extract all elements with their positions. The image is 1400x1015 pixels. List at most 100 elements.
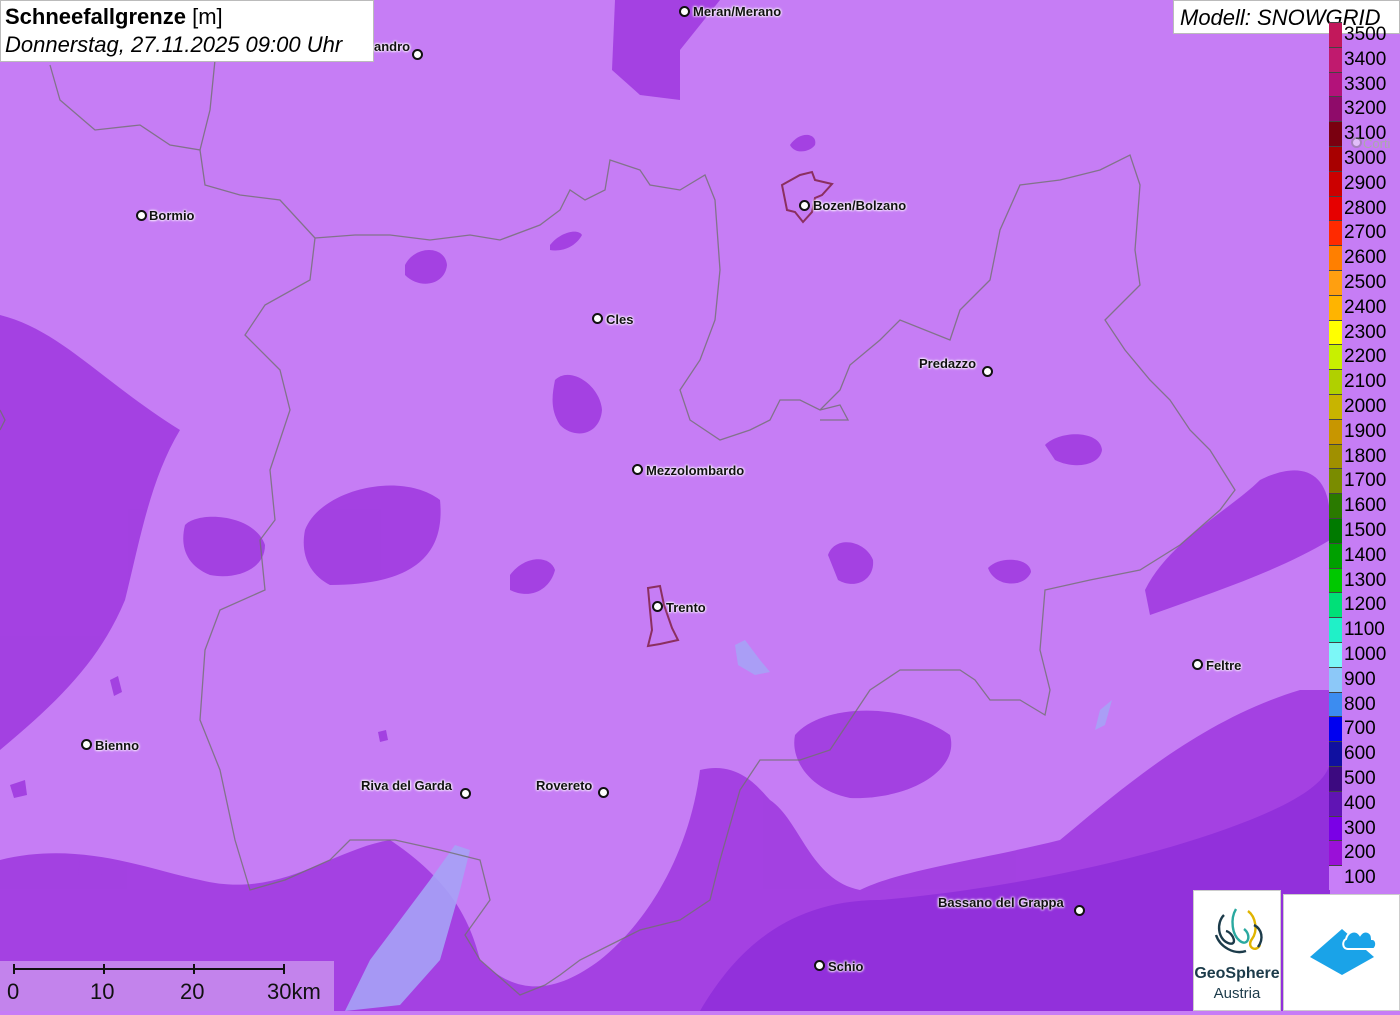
city-label[interactable]: Bassano del Grappa — [938, 895, 1064, 910]
city-label[interactable]: Schio — [828, 959, 863, 974]
legend-item: 900 — [1329, 666, 1400, 692]
legend-item: 2700 — [1329, 220, 1400, 246]
city-label[interactable]: Rovereto — [536, 778, 592, 793]
legend-item: 600 — [1329, 741, 1400, 767]
legend-item: 2200 — [1329, 344, 1400, 370]
legend-swatch — [1329, 815, 1342, 841]
legend-swatch — [1329, 716, 1342, 742]
city-marker-icon — [460, 788, 471, 799]
legend-swatch — [1329, 518, 1342, 543]
city-marker-icon — [632, 464, 643, 475]
city-marker-icon — [652, 601, 663, 612]
legend-label: 700 — [1344, 718, 1376, 740]
legend-swatch — [1329, 592, 1342, 618]
legend-item: 200 — [1329, 840, 1400, 866]
legend-item: 1300 — [1329, 567, 1400, 593]
geosphere-logo[interactable]: GeoSphere Austria — [1193, 890, 1281, 1011]
title-parameter: Schneefallgrenze — [5, 4, 186, 29]
legend-swatch — [1329, 542, 1342, 568]
legend-item: 1500 — [1329, 518, 1400, 543]
legend-label: 2000 — [1344, 396, 1387, 417]
legend-swatch — [1329, 394, 1342, 419]
city-marker-icon — [982, 366, 993, 377]
legend-swatch — [1329, 245, 1342, 271]
city-label[interactable]: Cles — [606, 312, 633, 327]
scale-bar-line — [13, 964, 285, 974]
legend-swatch — [1329, 493, 1342, 519]
legend-item: 2100 — [1329, 369, 1400, 395]
legend-swatch — [1329, 270, 1342, 295]
legend-item: 2600 — [1329, 245, 1400, 271]
map-valid-time: Donnerstag, 27.11.2025 09:00 Uhr — [5, 32, 343, 57]
city-marker-icon — [679, 6, 690, 17]
legend-label: 400 — [1344, 792, 1376, 814]
snowfall-map[interactable] — [0, 0, 1400, 1011]
legend-swatch — [1329, 121, 1342, 147]
city-label[interactable]: Riva del Garda — [361, 778, 452, 793]
legend-item: 3500 — [1329, 22, 1400, 47]
legend-item: 1400 — [1329, 542, 1400, 568]
legend-item: 3200 — [1329, 96, 1400, 122]
geosphere-country: Austria — [1213, 985, 1261, 1002]
legend-item: 100 — [1329, 865, 1400, 891]
legend-label: 1400 — [1344, 544, 1387, 566]
scale-bar: 0 10 20 30km — [0, 961, 334, 1011]
legend-item: 700 — [1329, 716, 1400, 742]
legend-label: 200 — [1344, 842, 1376, 864]
legend-swatch — [1329, 294, 1342, 320]
city-label[interactable]: Meran/Merano — [693, 4, 781, 19]
legend-swatch — [1329, 567, 1342, 593]
legend-label: 300 — [1344, 817, 1376, 839]
legend-label: 1100 — [1344, 619, 1385, 641]
legend-item: 1800 — [1329, 443, 1400, 469]
legend-swatch — [1329, 741, 1342, 767]
legend-label: 3300 — [1344, 73, 1387, 95]
legend-label: 1000 — [1344, 644, 1387, 665]
color-legend: 3500 3400 3300 3200 3100 3000 2900 2800 2700 2600… — [1329, 22, 1400, 891]
city-label[interactable]: Corti — [1363, 136, 1390, 151]
city-label[interactable]: Predazzo — [919, 356, 976, 371]
legend-swatch — [1329, 766, 1342, 791]
legend-item: 2300 — [1329, 319, 1400, 345]
legend-swatch — [1329, 468, 1342, 494]
legend-label: 1200 — [1344, 594, 1387, 616]
legend-item: 3300 — [1329, 71, 1400, 97]
city-label[interactable]: Bormio — [149, 208, 195, 223]
city-label[interactable]: Trento — [666, 600, 706, 615]
city-label[interactable]: Mezzolombardo — [646, 463, 744, 478]
city-label[interactable]: andro — [374, 39, 410, 54]
legend-label: 2900 — [1344, 172, 1387, 194]
city-marker-icon — [598, 787, 609, 798]
legend-item: 1100 — [1329, 617, 1400, 643]
legend-item: 500 — [1329, 766, 1400, 791]
legend-label: 1800 — [1344, 445, 1387, 467]
legend-swatch — [1329, 691, 1342, 717]
legend-label: 2600 — [1344, 247, 1387, 269]
scale-label-0: 0 — [7, 979, 20, 1004]
legend-swatch — [1329, 146, 1342, 171]
legend-label: 2800 — [1344, 197, 1387, 219]
weather-app-logo[interactable] — [1283, 894, 1400, 1011]
legend-swatch — [1329, 170, 1342, 196]
city-marker-icon — [1074, 905, 1085, 916]
scale-label-10: 10 — [90, 979, 115, 1004]
legend-label: 1600 — [1344, 495, 1387, 517]
scale-label-30km: 30km — [267, 979, 321, 1004]
city-label[interactable]: Bozen/Bolzano — [813, 198, 906, 213]
city-marker-icon — [799, 200, 810, 211]
map-title: Schneefallgrenze [m] — [5, 3, 369, 31]
legend-item: 2400 — [1329, 294, 1400, 320]
city-marker-icon — [81, 739, 92, 750]
legend-label: 100 — [1344, 867, 1376, 889]
legend-swatch — [1329, 220, 1342, 246]
legend-swatch — [1329, 195, 1342, 221]
city-label[interactable]: Feltre — [1206, 658, 1241, 673]
legend-label: 500 — [1344, 768, 1376, 789]
legend-swatch — [1329, 840, 1342, 866]
legend-label: 2200 — [1344, 346, 1387, 368]
city-marker-icon — [412, 49, 423, 60]
legend-item: 2800 — [1329, 195, 1400, 221]
legend-swatch — [1329, 22, 1342, 47]
city-label[interactable]: Bienno — [95, 738, 139, 753]
city-marker-icon — [592, 313, 603, 324]
